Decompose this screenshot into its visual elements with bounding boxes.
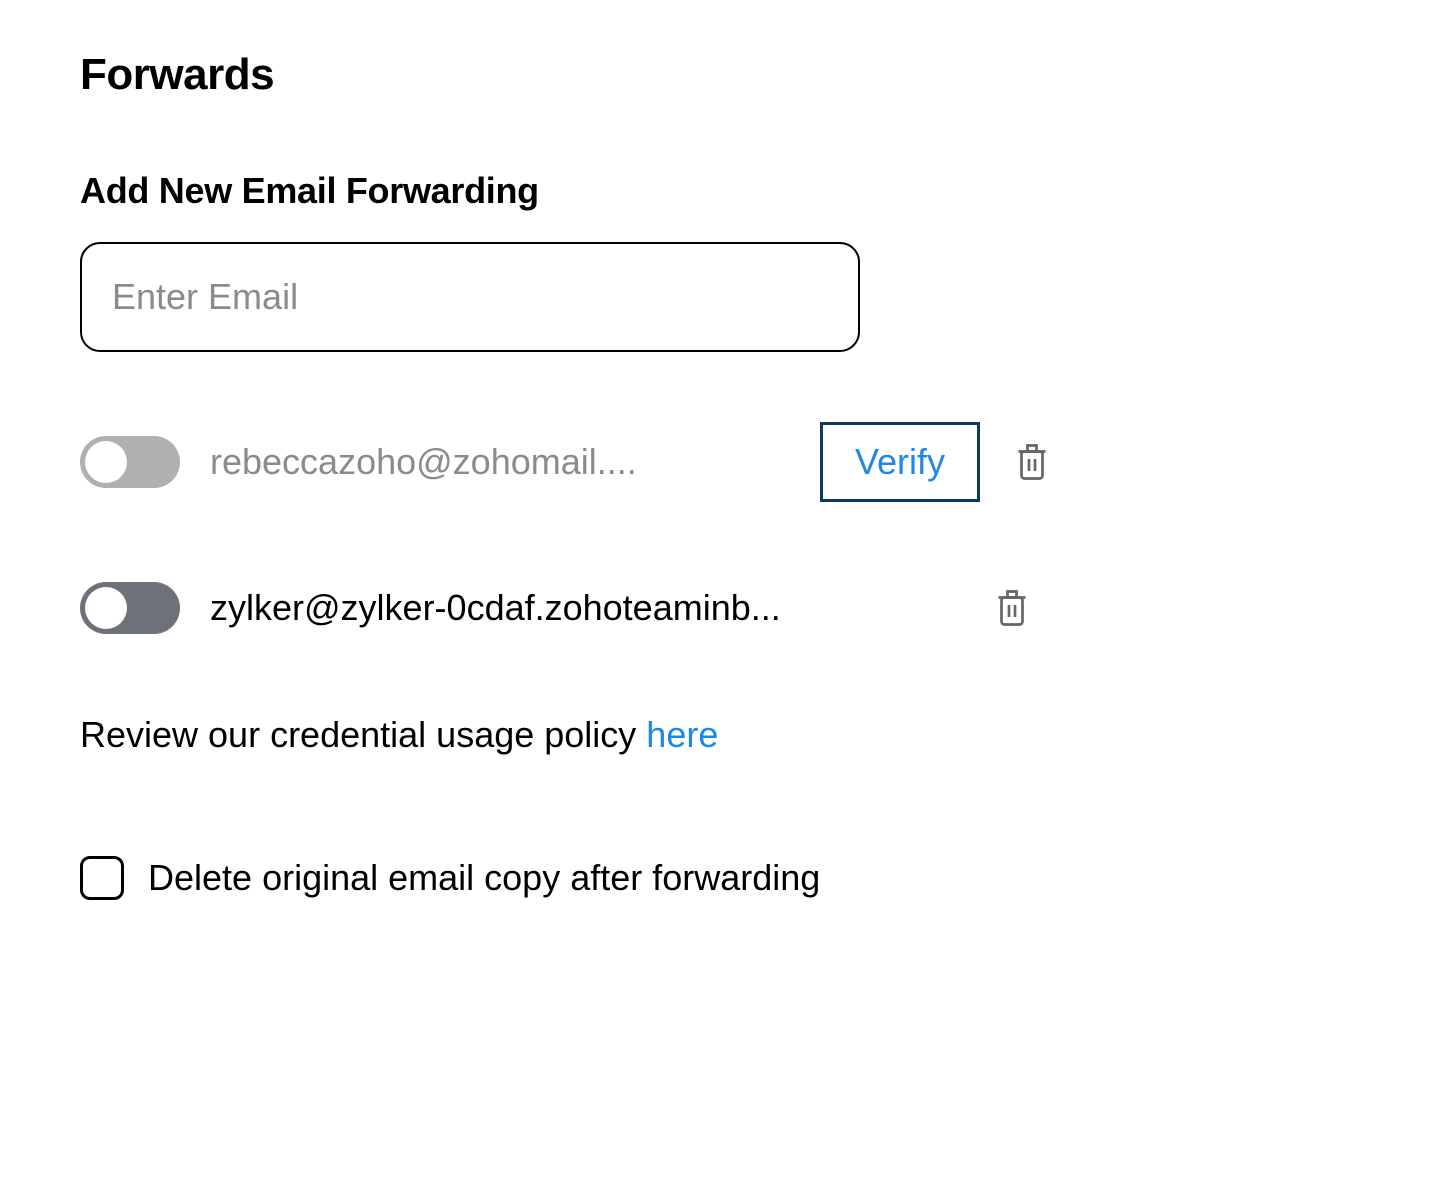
trash-icon	[994, 587, 1030, 629]
trash-icon	[1014, 441, 1050, 483]
policy-text: Review our credential usage policy here	[80, 714, 1354, 756]
forward-toggle-1[interactable]	[80, 582, 180, 634]
forward-row-1: zylker@zylker-0cdaf.zohoteaminb...	[80, 582, 1354, 634]
delete-original-checkbox[interactable]	[80, 856, 124, 900]
policy-link[interactable]: here	[646, 714, 718, 755]
forward-toggle-0[interactable]	[80, 436, 180, 488]
delete-forward-button-0[interactable]	[1010, 438, 1054, 486]
page-title: Forwards	[80, 50, 1354, 100]
forward-email-0: rebeccazoho@zohomail....	[210, 441, 790, 483]
forward-email-1: zylker@zylker-0cdaf.zohoteaminb...	[210, 587, 960, 629]
email-input[interactable]	[80, 242, 860, 352]
policy-prefix: Review our credential usage policy	[80, 714, 646, 755]
add-forwarding-label: Add New Email Forwarding	[80, 170, 1354, 212]
delete-original-label: Delete original email copy after forward…	[148, 857, 820, 899]
delete-forward-button-1[interactable]	[990, 584, 1034, 632]
verify-button[interactable]: Verify	[820, 422, 980, 502]
delete-original-row: Delete original email copy after forward…	[80, 856, 1354, 900]
forward-row-0: rebeccazoho@zohomail.... Verify	[80, 422, 1354, 502]
